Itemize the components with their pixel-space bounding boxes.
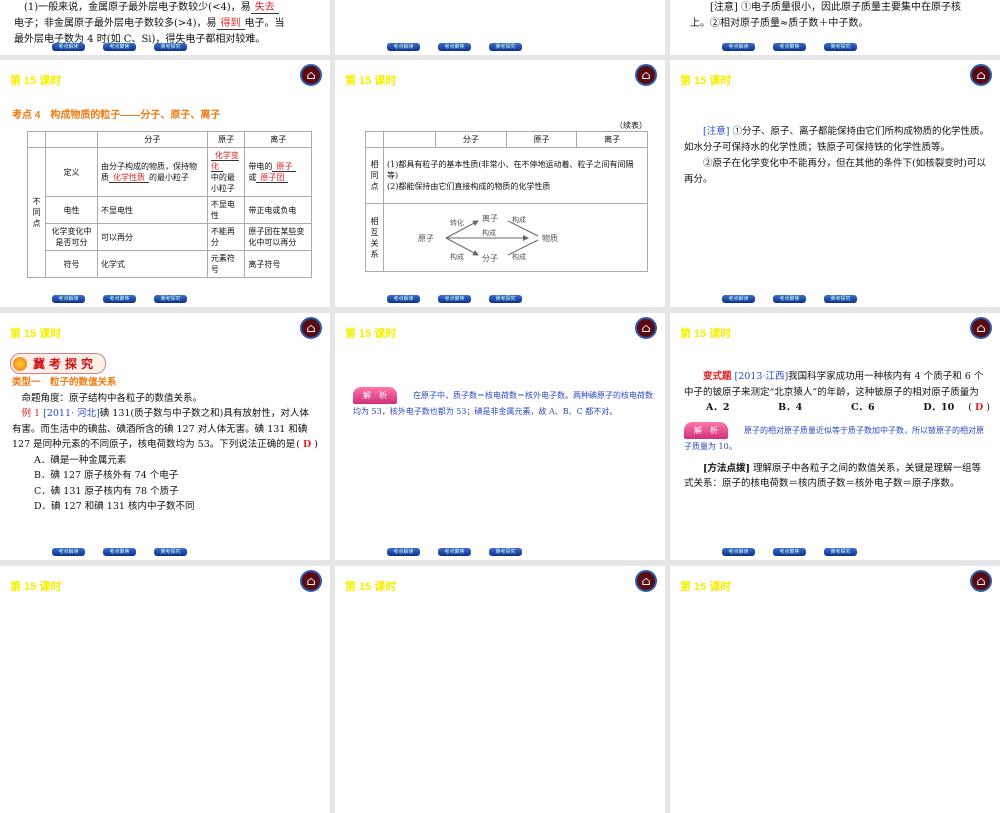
nav-button-jikao-tanjiu[interactable]: 冀考探究	[824, 548, 857, 556]
nav-button-jikao-tanjiu[interactable]: 冀考探究	[154, 548, 187, 556]
analysis-text: 解 析在原子中，质子数＝核电荷数＝核外电子数。两种碘原子的核电荷数均为 53，核…	[353, 387, 653, 419]
slide-partial-next: 第 15 课时 ⌂	[0, 566, 330, 813]
home-icon[interactable]: ⌂	[970, 570, 992, 592]
section-title: 考点 4 构成物质的粒子——分子、原子、离子	[12, 110, 221, 121]
nav-button-jikao-tanjiu[interactable]: 冀考探究	[489, 295, 522, 303]
nav-button-jikao-tanjiu[interactable]: 冀考探究	[154, 43, 187, 51]
nav-button-kaodian-jiedu[interactable]: 考点解读	[722, 43, 755, 51]
nav-button-kaodian-jiedu[interactable]: 考点解读	[52, 548, 85, 556]
nav-button-kaodian-jiedu[interactable]: 考点解读	[52, 43, 85, 51]
lesson-label: 第 15 课时	[680, 581, 732, 593]
home-icon[interactable]: ⌂	[970, 317, 992, 339]
nav-button-kaodian-jiedu[interactable]: 考点解读	[52, 295, 85, 303]
slide-partial-note: [注意] ①电子质量很小，因此原子质量主要集中在原子核 上。②相对原子质量≈质子数…	[670, 0, 1000, 55]
nav-button-kaodian-jujiao[interactable]: 考点聚焦	[438, 295, 471, 303]
nav-button-kaodian-jujiao[interactable]: 考点聚焦	[103, 295, 136, 303]
nav-button-kaodian-jujiao[interactable]: 考点聚焦	[773, 295, 806, 303]
lesson-label: 第 15 课时	[10, 75, 62, 87]
analysis-tag: 解 析	[684, 421, 728, 439]
slide-note: 第 15 课时 ⌂ [注意] ①分子、原子、离子都能保持由它们所构成物质的化学性…	[670, 60, 1000, 307]
node-atom: 原子	[418, 234, 434, 243]
slide-partial-next: 第 15 课时 ⌂	[670, 566, 1000, 813]
nav-button-kaodian-jiedu[interactable]: 考点解读	[722, 548, 755, 556]
answer: D	[975, 402, 984, 413]
nav-button-jikao-tanjiu[interactable]: 冀考探究	[154, 295, 187, 303]
nav-button-jikao-tanjiu[interactable]: 冀考探究	[489, 548, 522, 556]
slide-analysis: 第 15 课时 ⌂ 解 析在原子中，质子数＝核电荷数＝核外电子数。两种碘原子的核…	[335, 313, 665, 560]
slide-example-1: 第 15 课时 ⌂ 冀考探究 类型一 粒子的数值关系 命题角度：原子结构中各粒子…	[0, 313, 330, 560]
nav-button-jikao-tanjiu[interactable]: 冀考探究	[489, 43, 522, 51]
slide-variant-question: 第 15 课时 ⌂ 变式题 [2013·江西]我国科学家成功用一种核内有 4 个…	[670, 313, 1000, 560]
lesson-label: 第 15 课时	[10, 581, 62, 593]
nav-button-kaodian-jujiao[interactable]: 考点聚焦	[438, 43, 471, 51]
answer: D	[303, 439, 312, 450]
slide-table-continued: 第 15 课时 ⌂ （续表） 分子 原子 离子 相同点 (1)都具有粒子的基本性质(非…	[335, 60, 665, 307]
variant-body: 变式题 [2013·江西]我国科学家成功用一种核内有 4 个质子和 6 个中子的…	[684, 371, 990, 489]
lesson-label: 第 15 课时	[345, 75, 397, 87]
nav-button-kaodian-jujiao[interactable]: 考点聚焦	[773, 548, 806, 556]
particles-table: 分子 原子 离子 不同点 定义 由分子构成的物质，保持物质 化学性质 的最小粒子 化学变化…	[27, 131, 312, 278]
note-text: [注意] ①分子、原子、离子都能保持由它们所构成物质的化学性质。如水分子可保持水…	[684, 126, 989, 185]
nav-button-kaodian-jujiao[interactable]: 考点聚焦	[103, 548, 136, 556]
section-header: 冀考探究	[10, 353, 107, 375]
nav-button-jikao-tanjiu[interactable]: 冀考探究	[824, 295, 857, 303]
edge-label: 构成	[482, 228, 496, 237]
note-text: [注意] ①电子质量很小，因此原子质量主要集中在原子核 上。②相对原子质量≈质子数…	[690, 2, 961, 29]
analysis-tag: 解 析	[353, 387, 397, 404]
bullet-icon	[13, 356, 27, 371]
home-icon[interactable]: ⌂	[635, 570, 657, 592]
lesson-label: 第 15 课时	[680, 328, 732, 340]
node-matter: 物质	[542, 233, 558, 243]
slide-particles-table: 第 15 课时 ⌂ 考点 4 构成物质的粒子——分子、原子、离子 分子 原子 离子 …	[0, 60, 330, 307]
home-icon[interactable]: ⌂	[635, 64, 657, 86]
edge-label: 构成	[450, 252, 464, 261]
slide-partial-blank: 考点解读 考点聚焦 冀考探究	[335, 0, 665, 55]
slide-partial-next: 第 15 课时 ⌂	[335, 566, 665, 813]
lesson-label: 第 15 课时	[680, 75, 732, 87]
nav-button-jikao-tanjiu[interactable]: 冀考探究	[824, 43, 857, 51]
home-icon[interactable]: ⌂	[300, 64, 322, 86]
continued-table: 分子 原子 离子 相同点 (1)都具有粒子的基本性质(非常小、在不停地运动着、粒子之间…	[365, 131, 648, 272]
nav-button-kaodian-jujiao[interactable]: 考点聚焦	[438, 548, 471, 556]
nav-button-kaodian-jiedu[interactable]: 考点解读	[722, 295, 755, 303]
nav-button-kaodian-jujiao[interactable]: 考点聚焦	[773, 43, 806, 51]
nav-button-kaodian-jiedu[interactable]: 考点解读	[387, 43, 420, 51]
home-icon[interactable]: ⌂	[300, 317, 322, 339]
relation-diagram: 原子 离子 分子 物质 转化 构成 构成 构成 构成	[418, 213, 558, 263]
example-body: 类型一 粒子的数值关系 命题角度：原子结构中各粒子的数值关系。 例 1 [201…	[12, 377, 318, 512]
lesson-label: 第 15 课时	[345, 581, 397, 593]
lesson-label: 第 15 课时	[345, 328, 397, 340]
edge-label: 构成	[512, 215, 526, 224]
edge-label: 转化	[450, 218, 464, 227]
home-icon[interactable]: ⌂	[635, 317, 657, 339]
home-icon[interactable]: ⌂	[300, 570, 322, 592]
nav-button-kaodian-jiedu[interactable]: 考点解读	[387, 295, 420, 303]
home-icon[interactable]: ⌂	[970, 64, 992, 86]
body-text: (1)一般来说，金属原子最外层电子数较少(<4)，易 失去 电子；非金属原子最外层…	[14, 2, 285, 45]
nav-button-kaodian-jujiao[interactable]: 考点聚焦	[103, 43, 136, 51]
node-ion: 离子	[482, 213, 498, 223]
nav-button-kaodian-jiedu[interactable]: 考点解读	[387, 548, 420, 556]
lesson-label: 第 15 课时	[10, 328, 62, 340]
node-molecule: 分子	[482, 254, 498, 263]
edge-label: 构成	[512, 252, 526, 261]
slide-partial-electrons: (1)一般来说，金属原子最外层电子数较少(<4)，易 失去 电子；非金属原子最外层…	[0, 0, 330, 55]
